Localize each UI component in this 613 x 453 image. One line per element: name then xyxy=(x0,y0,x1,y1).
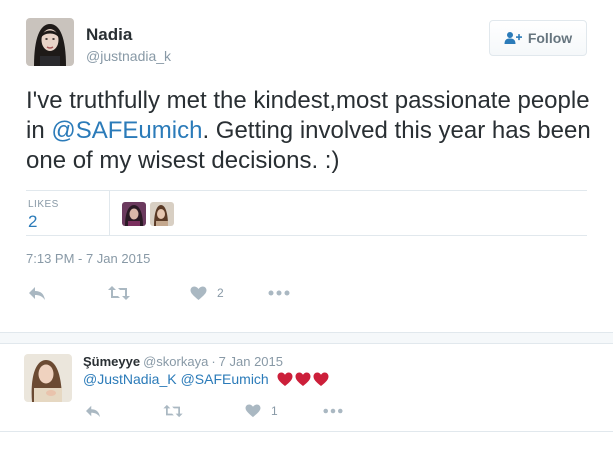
reply-text: @JustNadia_K @SAFEumich xyxy=(83,371,329,387)
more-icon xyxy=(268,290,290,296)
tweet-text: I've truthfully met the kindest,most pas… xyxy=(26,86,596,176)
reply-header: Şümeyye @skorkaya · 7 Jan 2015 xyxy=(83,354,283,369)
red-heart-icon xyxy=(295,372,311,386)
more-button[interactable] xyxy=(268,282,290,304)
author-name[interactable]: Nadia xyxy=(86,25,132,45)
reply-actions: 1 xyxy=(83,401,383,421)
like-button[interactable]: 2 xyxy=(190,282,224,304)
main-tweet: Nadia @justnadia_k Follow I've truthfull… xyxy=(0,0,613,332)
reply-separator: · xyxy=(211,354,216,369)
reply-button[interactable] xyxy=(28,282,46,304)
likes-stat[interactable]: LIKES 2 xyxy=(26,191,110,236)
hearts-emoji xyxy=(277,372,329,387)
red-heart-icon xyxy=(313,372,329,386)
heart-icon xyxy=(190,286,207,301)
tweet-actions: 2 xyxy=(26,282,326,304)
reply-mention-1[interactable]: @JustNadia_K xyxy=(83,371,177,387)
tweet-stats: LIKES 2 xyxy=(26,190,587,236)
reply-reply-button[interactable] xyxy=(85,401,101,421)
red-heart-icon xyxy=(277,372,293,386)
follow-person-icon xyxy=(504,31,522,45)
retweet-icon xyxy=(108,285,130,301)
reply-like-count: 1 xyxy=(271,404,278,418)
reply-like-button[interactable]: 1 xyxy=(245,401,278,421)
reply-tweet[interactable]: Şümeyye @skorkaya · 7 Jan 2015 @JustNadia_K… xyxy=(0,344,613,432)
like-count: 2 xyxy=(217,286,224,300)
liker-avatar[interactable] xyxy=(122,202,146,226)
reply-more-button[interactable] xyxy=(323,401,343,421)
reply-mention-2[interactable]: @SAFEumich xyxy=(181,371,269,387)
follow-label: Follow xyxy=(527,30,573,46)
author-avatar[interactable] xyxy=(26,18,74,66)
more-icon xyxy=(323,408,343,414)
likes-count: 2 xyxy=(28,212,38,231)
section-divider xyxy=(0,332,613,344)
retweet-button[interactable] xyxy=(108,282,130,304)
follow-button[interactable]: Follow xyxy=(489,20,587,56)
reply-retweet-button[interactable] xyxy=(163,401,183,421)
tweet-timestamp[interactable]: 7:13 PM - 7 Jan 2015 xyxy=(26,251,150,266)
retweet-icon xyxy=(163,404,183,418)
tweet-mention[interactable]: @SAFEumich xyxy=(51,117,202,144)
author-handle[interactable]: @justnadia_k xyxy=(86,48,171,64)
reply-icon xyxy=(28,285,46,301)
reply-author-handle[interactable]: @skorkaya xyxy=(143,354,208,369)
reply-author-name[interactable]: Şümeyye xyxy=(83,354,140,369)
reply-date[interactable]: 7 Jan 2015 xyxy=(219,354,283,369)
heart-icon xyxy=(245,404,261,418)
liker-avatar[interactable] xyxy=(150,202,174,226)
reply-author-avatar[interactable] xyxy=(24,354,72,402)
likes-label: LIKES xyxy=(28,199,59,210)
reply-icon xyxy=(85,404,101,418)
